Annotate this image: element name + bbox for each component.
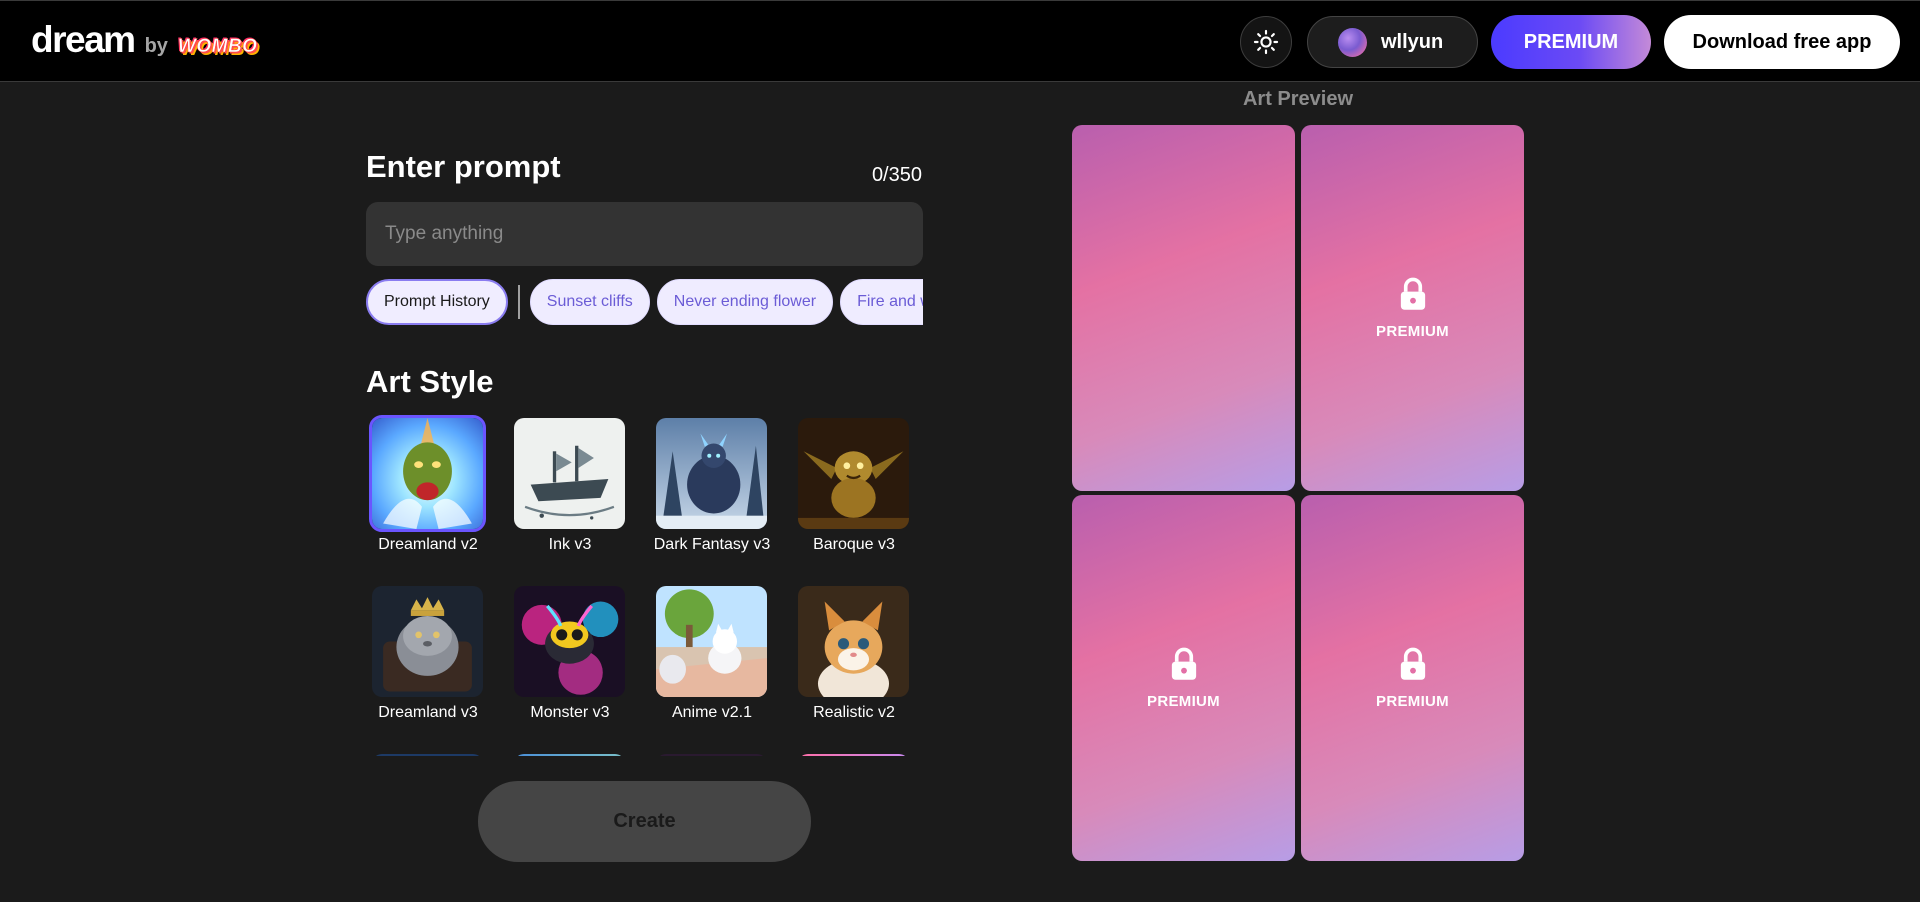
- style-thumbnail: [656, 754, 767, 756]
- logo[interactable]: dream by WOMBO: [31, 19, 257, 61]
- style-thumbnail: [372, 754, 483, 756]
- suggestion-chip-fire-and-water[interactable]: Fire and water: [840, 279, 923, 325]
- style-thumbnail: [369, 415, 486, 532]
- lock-icon: [1400, 277, 1425, 310]
- style-tile-monster-v3[interactable]: Monster v3: [508, 582, 650, 742]
- char-counter: 0/350: [871, 164, 922, 186]
- style-label: Baroque v3: [813, 536, 895, 553]
- style-thumbnail: [514, 586, 625, 697]
- style-thumbnail: [514, 418, 625, 529]
- style-label: Anime v2.1: [671, 704, 753, 721]
- style-tile-ink-v3[interactable]: Ink v3: [508, 414, 650, 574]
- style-tile-dreamland-v3[interactable]: Dreamland v3: [366, 582, 508, 742]
- premium-lock-label: PREMIUM: [1376, 692, 1449, 710]
- premium-lock-label: PREMIUM: [1147, 692, 1220, 710]
- create-button[interactable]: Create: [478, 781, 811, 862]
- style-tile-partial[interactable]: [366, 750, 508, 756]
- premium-button[interactable]: PREMIUM: [1491, 15, 1651, 69]
- style-tile-dark-fantasy-v3[interactable]: Dark Fantasy v3: [650, 414, 792, 574]
- sun-icon: [1253, 29, 1279, 55]
- logo-dream-text: dream: [31, 19, 136, 60]
- preview-card-1[interactable]: [1072, 125, 1295, 491]
- style-thumbnail: [514, 754, 625, 756]
- art-preview-title: Art Preview: [1242, 88, 1354, 110]
- lock-icon: [1400, 647, 1425, 680]
- style-label: Dreamland v2: [378, 536, 478, 553]
- style-thumbnail: [656, 586, 767, 697]
- logo-wombo-text: WOMBO: [177, 36, 258, 58]
- prompt-history-chip[interactable]: Prompt History: [366, 279, 508, 325]
- style-tile-realistic-v2[interactable]: Realistic v2: [792, 582, 923, 742]
- logo-by-text: by: [144, 35, 168, 57]
- style-thumbnail: [798, 754, 909, 756]
- style-tile-anime-v2-1[interactable]: Anime v2.1: [650, 582, 792, 742]
- style-label: Realistic v2: [813, 704, 895, 721]
- art-style-grid: Dreamland v2 Ink v3 Dark Fantasy v3 Baro…: [366, 414, 923, 756]
- lock-icon: [1171, 647, 1196, 680]
- style-thumbnail: [798, 418, 909, 529]
- style-label: Dark Fantasy v3: [653, 536, 771, 553]
- avatar: [1338, 27, 1367, 57]
- prompt-input[interactable]: [366, 202, 923, 266]
- theme-toggle-button[interactable]: [1240, 16, 1292, 68]
- prompt-chips-row: Prompt History Sunset cliffs Never endin…: [366, 279, 923, 325]
- preview-card-2-locked[interactable]: PREMIUM: [1301, 125, 1524, 491]
- art-style-title: Art Style: [366, 364, 494, 399]
- preview-card-4-locked[interactable]: PREMIUM: [1301, 495, 1524, 861]
- suggestion-chip-sunset-cliffs[interactable]: Sunset cliffs: [529, 279, 650, 325]
- style-label: Dreamland v3: [378, 704, 478, 721]
- style-tile-partial[interactable]: [792, 750, 923, 756]
- style-label: Monster v3: [530, 704, 610, 721]
- top-bar: dream by WOMBO wllyun PREMIUM Download f…: [0, 0, 1920, 82]
- download-app-button[interactable]: Download free app: [1664, 15, 1900, 69]
- premium-lock-label: PREMIUM: [1376, 322, 1449, 340]
- chip-divider: [517, 285, 520, 319]
- style-label: Ink v3: [548, 536, 592, 553]
- style-tile-dreamland-v2[interactable]: Dreamland v2: [366, 414, 508, 574]
- style-tile-baroque-v3[interactable]: Baroque v3: [792, 414, 923, 574]
- user-name: wllyun: [1381, 30, 1444, 53]
- style-thumbnail: [372, 586, 483, 697]
- style-thumbnail: [798, 586, 909, 697]
- preview-card-3-locked[interactable]: PREMIUM: [1072, 495, 1295, 861]
- style-tile-partial[interactable]: [650, 750, 792, 756]
- user-menu-button[interactable]: wllyun: [1307, 16, 1478, 68]
- prompt-title: Enter prompt: [366, 149, 561, 184]
- style-thumbnail: [656, 418, 767, 529]
- style-tile-partial[interactable]: [508, 750, 650, 756]
- suggestion-chip-never-ending-flower[interactable]: Never ending flower: [656, 279, 834, 325]
